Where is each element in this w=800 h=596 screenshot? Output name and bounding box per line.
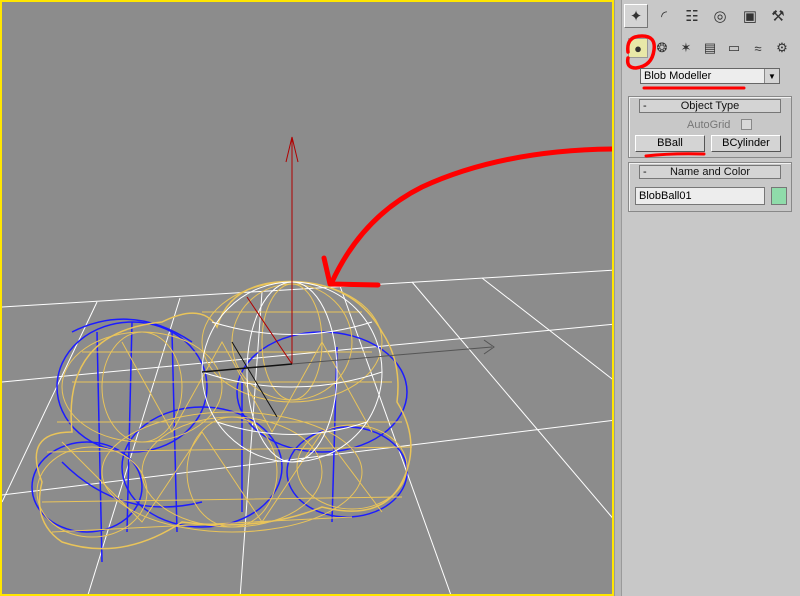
spacewarps-icon[interactable]: ≈ (748, 38, 768, 58)
perspective-viewport[interactable] (0, 0, 614, 596)
chevron-down-icon[interactable]: ▼ (764, 69, 779, 83)
gizmo-y-axis (246, 296, 293, 365)
blob-mesh-wireframe[interactable] (35, 280, 413, 550)
name-and-color-rollout-header[interactable]: - Name and Color (639, 165, 781, 179)
utilities-icon[interactable]: ⚒ (766, 4, 790, 28)
systems-icon[interactable]: ⚙ (772, 38, 792, 58)
collapse-toggle-icon[interactable]: - (643, 166, 647, 178)
name-and-color-title: Name and Color (669, 166, 751, 178)
helpers-icon[interactable]: ▭ (724, 38, 744, 58)
viewport-canvas[interactable] (2, 2, 614, 596)
category-dropdown[interactable]: Blob Modeller ▼ (640, 68, 780, 84)
panel-separator[interactable] (614, 0, 622, 596)
construction-grid (2, 269, 612, 594)
bball-underline-annotation (644, 152, 706, 158)
cameras-icon[interactable]: ▤ (700, 38, 720, 58)
command-panel: ✦ ◜ ☷ ◎ ▣ ⚒ ● ❂ ✶ ▤ ▭ ≈ ⚙ Blob Modeller … (622, 0, 800, 596)
display-icon[interactable]: ▣ (738, 4, 762, 28)
motion-icon[interactable]: ◎ (708, 4, 732, 28)
autogrid-checkbox[interactable] (741, 119, 752, 130)
category-dropdown-value: Blob Modeller (644, 70, 712, 82)
transform-gizmo[interactable] (201, 136, 495, 418)
bcylinder-button[interactable]: BCylinder (711, 135, 781, 152)
object-name-field[interactable]: BlobBall01 (635, 187, 765, 205)
red-annotation-arrow (321, 146, 612, 288)
object-type-rollout: - Object Type AutoGrid BBall BCylinder (628, 96, 792, 158)
autogrid-label: AutoGrid (687, 119, 731, 131)
collapse-toggle-icon[interactable]: - (643, 100, 647, 112)
object-color-swatch[interactable] (771, 187, 787, 205)
hierarchy-icon[interactable]: ☷ (680, 4, 704, 28)
name-and-color-rollout: - Name and Color BlobBall01 (628, 162, 792, 212)
dropdown-underline-annotation (642, 86, 746, 90)
modify-icon[interactable]: ◜ (652, 4, 676, 28)
create-icon[interactable]: ✦ (624, 4, 648, 28)
geometry-annotation-circle (625, 34, 656, 70)
object-type-title: Object Type (680, 100, 740, 112)
lights-icon[interactable]: ✶ (676, 38, 696, 58)
object-type-rollout-header[interactable]: - Object Type (639, 99, 781, 113)
